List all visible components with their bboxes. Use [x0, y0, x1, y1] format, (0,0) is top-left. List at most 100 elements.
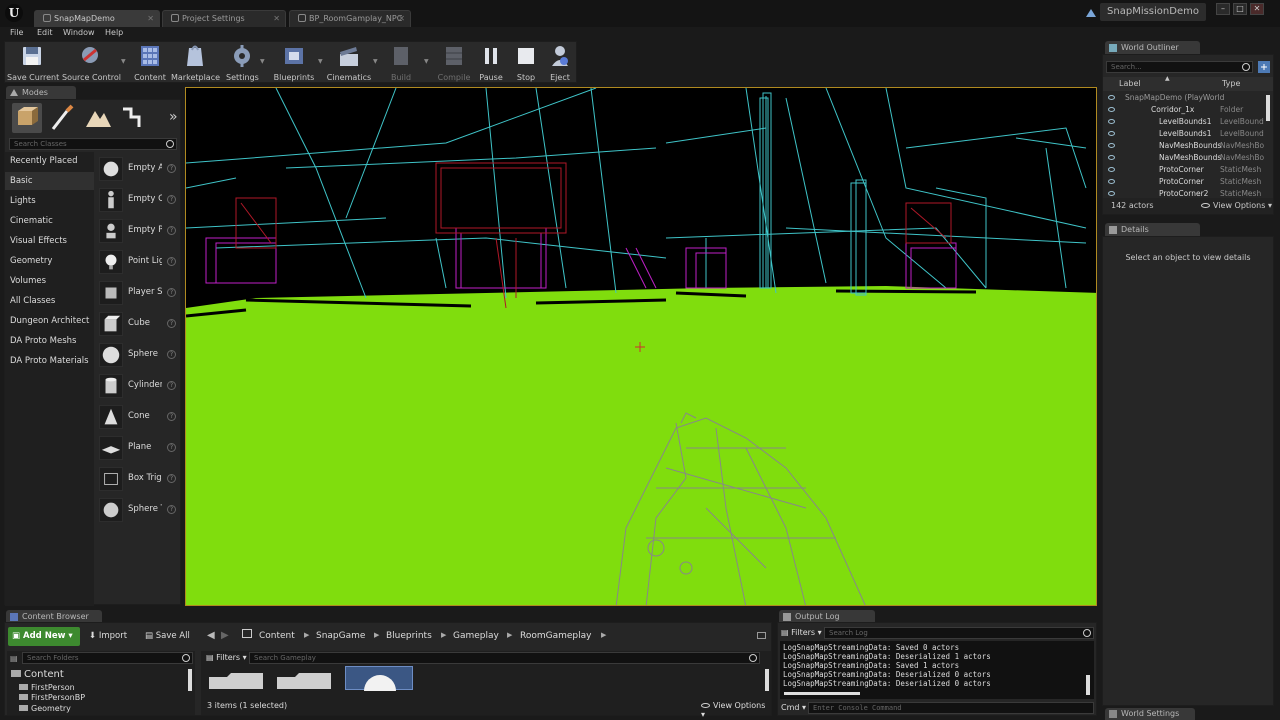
eye-icon[interactable] [1108, 167, 1115, 172]
search-icon[interactable] [166, 140, 174, 148]
paint-mode-icon[interactable] [47, 103, 77, 133]
double-chevron-right-icon[interactable]: » [169, 109, 178, 125]
column-type[interactable]: Type [1222, 79, 1240, 88]
asset-folder-thumb[interactable] [207, 669, 265, 689]
breadcrumb-arrow-icon[interactable]: ▶ [507, 631, 512, 639]
item-point-light[interactable]: Point Lig? [96, 247, 180, 277]
breadcrumb-arrow-icon[interactable]: ▶ [601, 631, 606, 639]
search-assets-input[interactable]: Search Gameplay [249, 652, 760, 664]
breadcrumb-blueprints[interactable]: Blueprints [386, 631, 432, 641]
chevron-down-icon[interactable]: ▼ [121, 58, 126, 65]
outliner-row[interactable]: Corridor_1x Folder [1103, 104, 1265, 116]
notification-icon[interactable] [1085, 8, 1097, 18]
compile-button[interactable]: Compile [435, 43, 473, 83]
close-icon[interactable]: ✕ [147, 11, 154, 26]
log-filters-button[interactable]: ▤ Filters ▾ [781, 628, 822, 637]
eye-icon[interactable] [1108, 131, 1115, 136]
help-icon[interactable]: ? [167, 195, 176, 204]
asset-blueprint-thumb[interactable] [345, 666, 413, 707]
log-h-scrollbar[interactable] [784, 692, 860, 695]
details-tab[interactable]: Details [1105, 223, 1200, 237]
category-visual-effects[interactable]: Visual Effects [5, 232, 94, 250]
help-icon[interactable]: ? [167, 288, 176, 297]
eye-icon[interactable] [1108, 155, 1115, 160]
help-icon[interactable]: ? [167, 381, 176, 390]
modes-tab[interactable]: Modes [6, 86, 76, 100]
breadcrumb-snapgame[interactable]: SnapGame [316, 631, 365, 641]
outliner-search-input[interactable]: Search... [1106, 61, 1253, 73]
breadcrumb-arrow-icon[interactable]: ▶ [374, 631, 379, 639]
minimize-button[interactable]: – [1216, 3, 1230, 15]
category-cinematic[interactable]: Cinematic [5, 212, 94, 230]
menu-help[interactable]: Help [105, 28, 123, 37]
help-icon[interactable]: ? [167, 350, 176, 359]
lock-icon[interactable] [757, 632, 766, 639]
item-cube[interactable]: Cube? [96, 309, 180, 339]
item-empty-actor[interactable]: Empty A? [96, 154, 180, 184]
category-da-proto-materials[interactable]: DA Proto Materials [5, 352, 94, 370]
outliner-options-icon[interactable] [1257, 60, 1271, 74]
stop-button[interactable]: Stop [512, 43, 540, 83]
level-viewport[interactable] [185, 87, 1097, 606]
help-icon[interactable]: ? [167, 319, 176, 328]
breadcrumb-roomgameplay[interactable]: RoomGameplay [520, 631, 591, 641]
log-v-scrollbar[interactable] [1086, 675, 1090, 695]
tree-item-firstperson[interactable]: FirstPerson [19, 683, 75, 692]
category-geometry[interactable]: Geometry [5, 252, 94, 270]
tree-root-content[interactable]: Content [11, 669, 64, 680]
category-dungeon-architect[interactable]: Dungeon Architect [5, 312, 94, 330]
close-icon[interactable]: ✕ [398, 11, 405, 26]
menu-file[interactable]: File [10, 28, 23, 37]
outliner-row[interactable]: ProtoCorner StaticMesh [1103, 164, 1265, 176]
asset-folder-thumb[interactable] [275, 669, 333, 689]
view-options-button[interactable]: View Options ▾ [1201, 198, 1272, 214]
item-plane[interactable]: Plane? [96, 433, 180, 463]
eject-button[interactable]: Eject [546, 43, 574, 83]
outliner-row[interactable]: NavMeshBounds NavMeshBo [1103, 152, 1265, 164]
filter-icon[interactable]: ▤ [10, 654, 18, 663]
tree-scrollbar[interactable] [188, 669, 192, 691]
eye-icon[interactable] [1108, 95, 1115, 100]
close-icon[interactable]: ✕ [273, 11, 280, 26]
eye-icon[interactable] [1108, 143, 1115, 148]
tab-snapmapdemo[interactable]: SnapMapDemo ✕ [34, 10, 160, 27]
breadcrumb-gameplay[interactable]: Gameplay [453, 631, 499, 641]
item-empty-character[interactable]: Empty Cl? [96, 185, 180, 215]
category-lights[interactable]: Lights [5, 192, 94, 210]
outliner-scrollbar[interactable] [1266, 95, 1270, 121]
chevron-down-icon[interactable]: ▼ [260, 58, 265, 65]
item-cylinder[interactable]: Cylinder? [96, 371, 180, 401]
landscape-mode-icon[interactable] [83, 103, 113, 133]
breadcrumb-content[interactable]: Content [259, 631, 295, 641]
category-basic[interactable]: Basic [5, 172, 94, 190]
view-options-button[interactable]: View Options ▾ [701, 701, 771, 719]
search-icon[interactable] [1242, 63, 1250, 71]
item-cone[interactable]: Cone? [96, 402, 180, 432]
search-icon[interactable] [1083, 629, 1091, 637]
outliner-row[interactable]: LevelBounds1 LevelBound [1103, 128, 1265, 140]
outliner-row[interactable]: ProtoCorner2 StaticMesh [1103, 188, 1265, 197]
category-da-proto-meshs[interactable]: DA Proto Meshs [5, 332, 94, 350]
item-empty-pawn[interactable]: Empty P? [96, 216, 180, 246]
eye-icon[interactable] [1108, 119, 1115, 124]
world-outliner-tab[interactable]: World Outliner [1105, 41, 1200, 55]
outliner-row[interactable]: ProtoCorner StaticMesh [1103, 176, 1265, 188]
item-sphere[interactable]: Sphere? [96, 340, 180, 370]
chevron-down-icon[interactable]: ▼ [424, 58, 429, 65]
cmd-selector[interactable]: Cmd ▾ [781, 703, 806, 712]
tab-project-settings[interactable]: Project Settings ✕ [162, 10, 286, 27]
source-control-button[interactable]: Source Control [62, 43, 121, 83]
search-classes-input[interactable]: Search Classes [9, 138, 177, 150]
foliage-mode-icon[interactable] [117, 103, 147, 133]
help-icon[interactable]: ? [167, 443, 176, 452]
tree-item-firstpersonbp[interactable]: FirstPersonBP [19, 693, 85, 702]
world-settings-tab[interactable]: World Settings [1105, 708, 1195, 720]
forward-arrow-icon[interactable]: ▶ [221, 630, 229, 641]
item-sphere-trigger[interactable]: Sphere T? [96, 495, 180, 525]
settings-button[interactable]: Settings [226, 43, 259, 83]
tab-bp-roomgameplay[interactable]: BP_RoomGamplay_NPC ✕ [289, 10, 411, 27]
help-icon[interactable]: ? [167, 412, 176, 421]
pause-button[interactable]: Pause [477, 43, 505, 83]
search-folders-input[interactable]: Search Folders [22, 652, 193, 664]
asset-scrollbar[interactable] [765, 669, 769, 691]
